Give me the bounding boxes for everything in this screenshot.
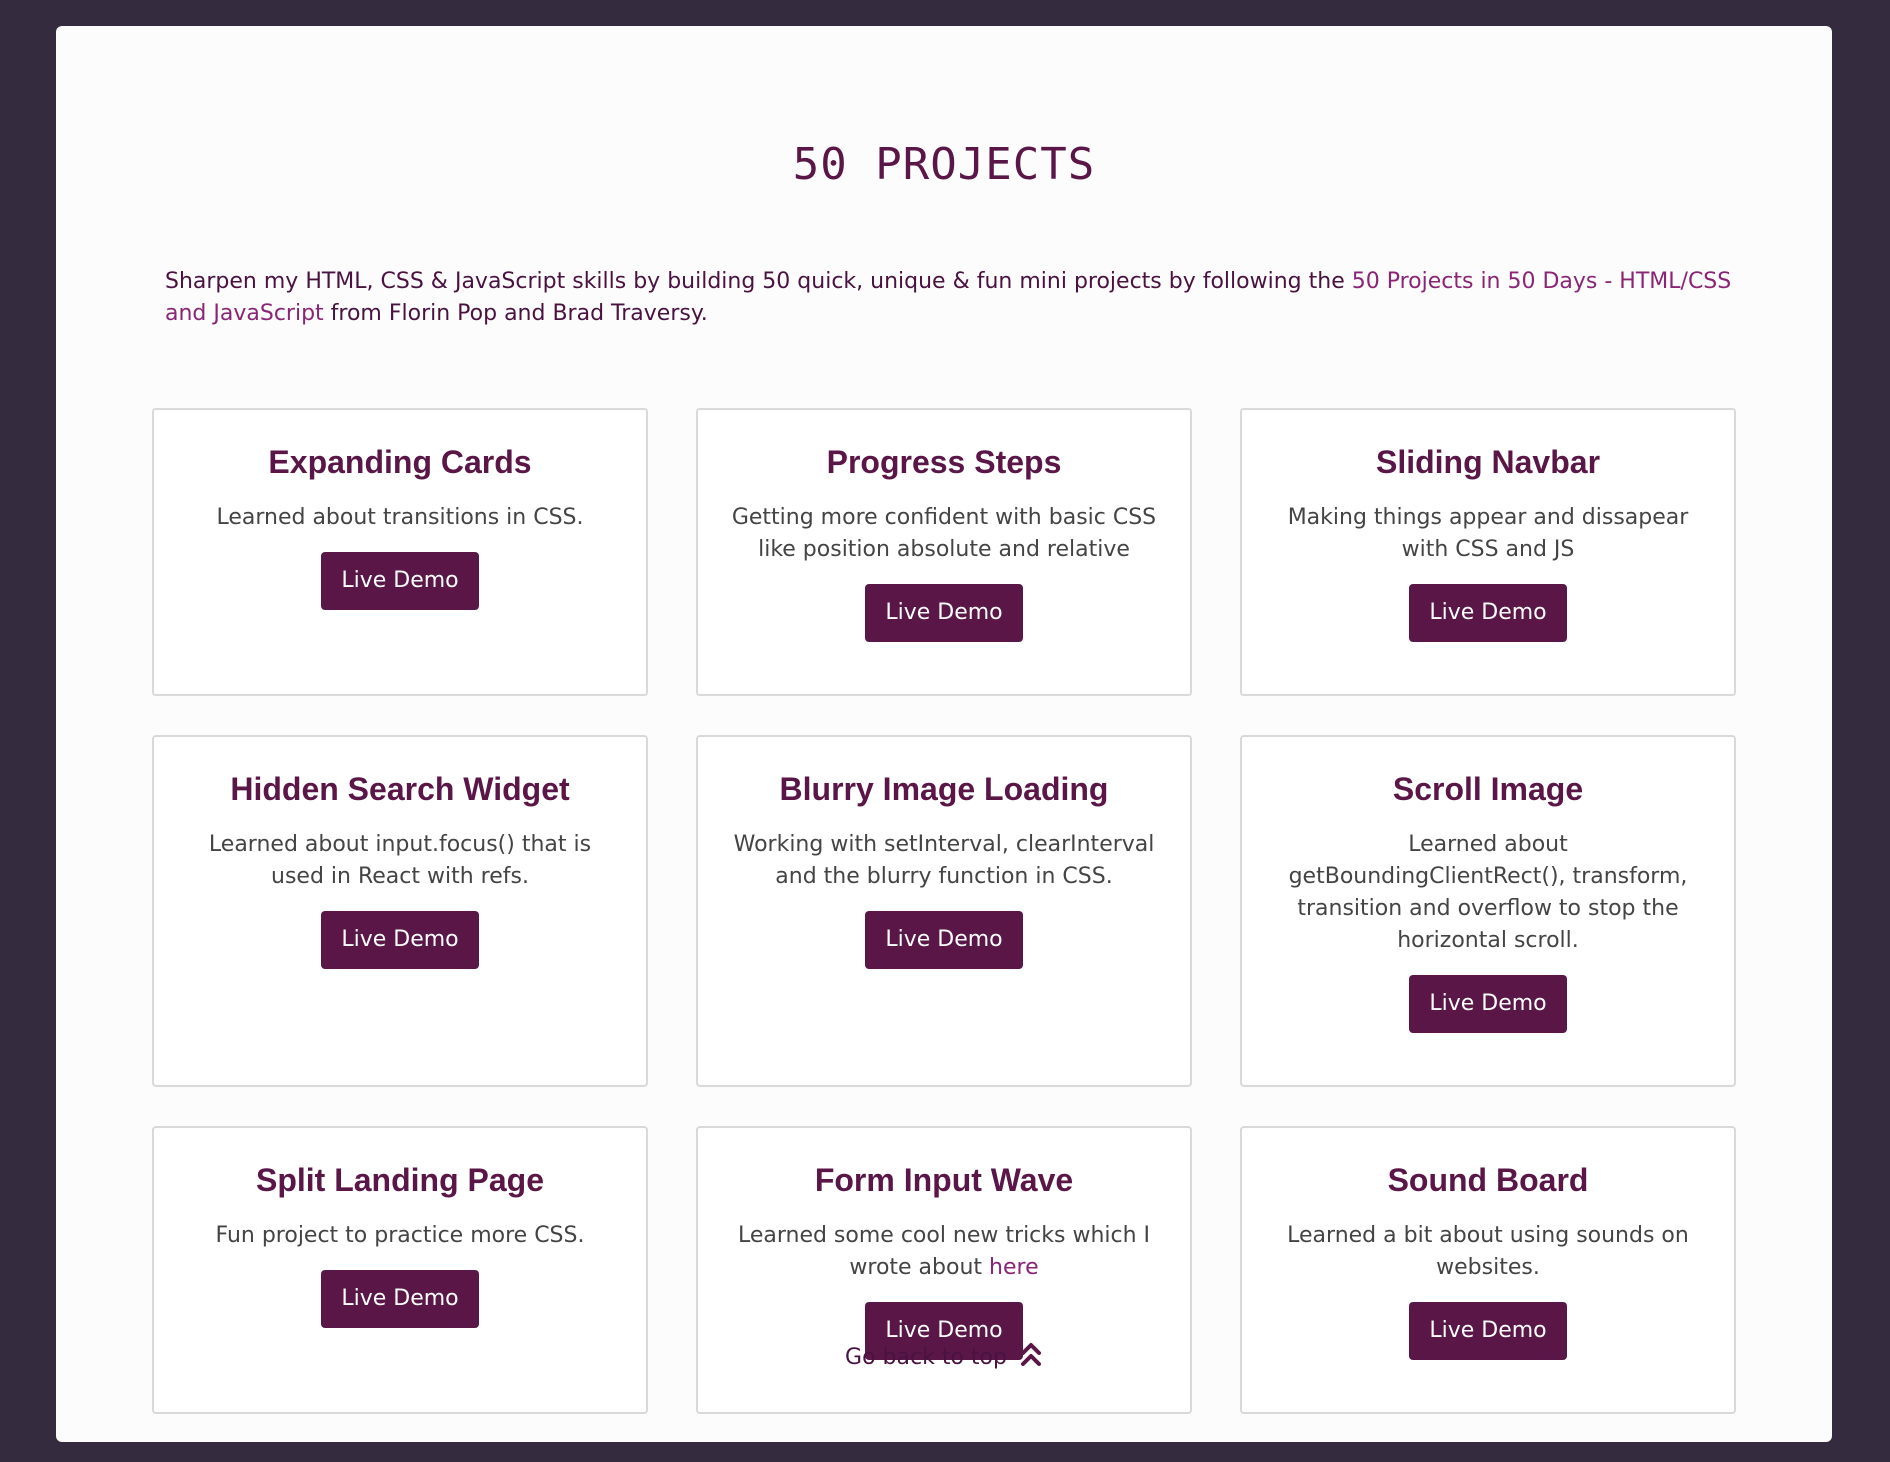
project-description: Fun project to practice more CSS. [215,1223,585,1248]
project-title: Sound Board [1387,1162,1589,1198]
intro-text-after: from Florin Pop and Brad Traversy. [323,301,708,326]
live-demo-button[interactable]: Live Demo [1409,975,1567,1033]
project-title: Progress Steps [826,444,1062,480]
chevrons-up-icon [1019,1340,1043,1374]
project-title: Expanding Cards [268,444,532,480]
live-demo-button[interactable]: Live Demo [865,911,1023,969]
project-card-blurry-image-loading: Blurry Image Loading Working with setInt… [696,735,1192,1087]
project-description: Making things appear and dissapear with … [1287,505,1689,562]
project-card-expanding-cards: Expanding Cards Learned about transition… [152,408,648,696]
project-title: Sliding Navbar [1375,444,1601,480]
project-card-hidden-search-widget: Hidden Search Widget Learned about input… [152,735,648,1087]
project-description: Learned about getBoundingClientRect(), t… [1288,832,1688,953]
project-description-text: Learned some cool new tricks which I wro… [737,1223,1151,1280]
project-title: Blurry Image Loading [779,771,1109,807]
live-demo-button[interactable]: Live Demo [865,584,1023,642]
projects-grid: Expanding Cards Learned about transition… [152,408,1736,1414]
page-title: 50 PROJECTS [792,139,1096,190]
project-title: Hidden Search Widget [230,771,570,807]
intro-text: Sharpen my HTML, CSS & JavaScript skills… [165,266,1745,330]
article-link[interactable]: here [989,1255,1039,1280]
project-card-sliding-navbar: Sliding Navbar Making things appear and … [1240,408,1736,696]
live-demo-button[interactable]: Live Demo [1409,584,1567,642]
content-panel: 50 PROJECTS Sharpen my HTML, CSS & JavaS… [56,26,1832,1442]
project-card-progress-steps: Progress Steps Getting more confident wi… [696,408,1192,696]
project-description: Learned some cool new tricks which I wro… [726,1220,1162,1284]
project-title: Form Input Wave [814,1162,1074,1198]
back-to-top-label: Go back to top [845,1344,1007,1370]
project-description: Learned about transitions in CSS. [216,505,584,530]
project-description: Getting more confident with basic CSS li… [731,505,1157,562]
project-description: Working with setInterval, clearInterval … [733,832,1155,889]
project-description: Learned about input.focus() that is used… [208,832,592,889]
project-title: Scroll Image [1392,771,1584,807]
live-demo-button[interactable]: Live Demo [321,552,479,610]
project-title: Split Landing Page [255,1162,544,1198]
project-card-scroll-image: Scroll Image Learned about getBoundingCl… [1240,735,1736,1087]
back-to-top-link[interactable]: Go back to top [845,1340,1043,1374]
project-description: Learned a bit about using sounds on webs… [1287,1223,1689,1280]
intro-text-before: Sharpen my HTML, CSS & JavaScript skills… [165,269,1352,294]
live-demo-button[interactable]: Live Demo [321,1270,479,1328]
live-demo-button[interactable]: Live Demo [321,911,479,969]
back-to-top: Go back to top [56,1340,1832,1374]
